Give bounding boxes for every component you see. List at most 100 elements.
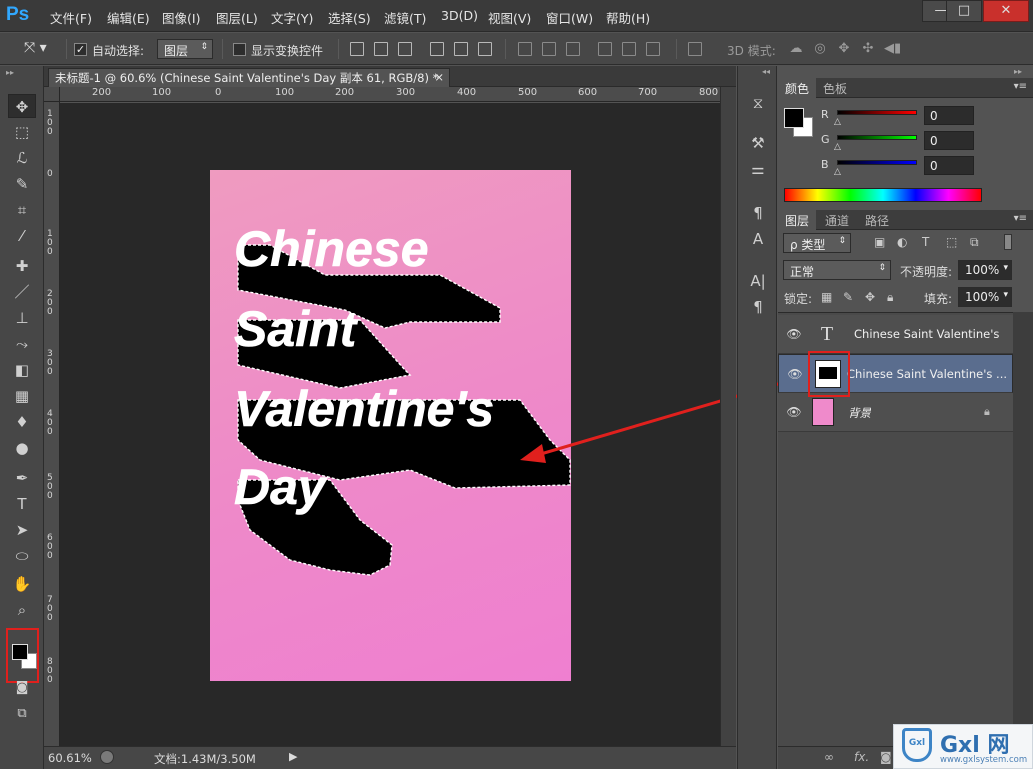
input-b[interactable]: 0 bbox=[924, 156, 974, 175]
move-tool-preset-icon[interactable]: ⤧ ▾ bbox=[24, 40, 64, 58]
tab-color[interactable]: 颜色 bbox=[778, 78, 817, 98]
layer-row[interactable]: 👁︎ 背景 🔒︎ bbox=[778, 393, 1013, 432]
layers-scrollbar[interactable] bbox=[1013, 312, 1033, 746]
menu-help[interactable]: 帮助(H) bbox=[606, 8, 650, 27]
panel-foreground-swatch[interactable] bbox=[784, 108, 804, 128]
auto-select-checkbox[interactable]: ✓ bbox=[74, 43, 87, 56]
filter-type-icon[interactable]: T bbox=[922, 235, 929, 249]
foreground-color-swatch[interactable] bbox=[12, 644, 28, 660]
eyedropper-tool-icon[interactable]: ⁄ bbox=[8, 224, 36, 248]
3d-pan-icon[interactable]: ✥ bbox=[836, 42, 852, 56]
history-brush-tool-icon[interactable]: ⤳ bbox=[8, 332, 36, 356]
filter-shape-icon[interactable]: ⬚ bbox=[946, 235, 957, 249]
paragraph-panel-icon[interactable]: ¶ bbox=[747, 296, 769, 318]
menu-file[interactable]: 文件(F) bbox=[50, 8, 92, 27]
slider-handle-icon[interactable]: △ bbox=[834, 167, 841, 177]
lasso-tool-icon[interactable]: ℒ bbox=[8, 146, 36, 170]
panel-menu-icon[interactable]: ▾≡ bbox=[1014, 213, 1027, 224]
filter-smart-object-icon[interactable]: ⧉ bbox=[970, 235, 979, 250]
3d-rotate-icon[interactable]: ☁ bbox=[788, 42, 804, 56]
lock-image-icon[interactable]: ✎ bbox=[843, 290, 853, 304]
marquee-tool-icon[interactable]: ⬚ bbox=[8, 120, 36, 144]
layer-name[interactable]: 背景 bbox=[848, 405, 871, 421]
visibility-eye-icon[interactable]: 👁︎ bbox=[786, 405, 802, 419]
status-info-icon[interactable] bbox=[100, 750, 114, 764]
layer-effects-icon[interactable]: fx. bbox=[854, 750, 869, 764]
menu-window[interactable]: 窗口(W) bbox=[546, 8, 593, 27]
align-left-icon[interactable] bbox=[430, 42, 444, 56]
slider-b[interactable] bbox=[837, 160, 917, 165]
tab-paths[interactable]: 路径 bbox=[858, 210, 896, 230]
input-g[interactable]: 0 bbox=[924, 131, 974, 150]
distribute-top-icon[interactable] bbox=[518, 42, 532, 56]
menu-filter[interactable]: 滤镜(T) bbox=[384, 8, 426, 27]
quick-mask-icon[interactable]: ◙ bbox=[8, 676, 36, 700]
dodge-tool-icon[interactable]: ● bbox=[8, 436, 36, 460]
panel-menu-icon[interactable]: ▾≡ bbox=[1014, 81, 1027, 92]
lock-transparent-icon[interactable]: ▦ bbox=[821, 290, 832, 304]
ellipse-tool-icon[interactable]: ⬭ bbox=[8, 544, 36, 568]
tab-layers[interactable]: 图层 bbox=[778, 210, 817, 230]
3d-roll-icon[interactable]: ◎ bbox=[812, 42, 828, 56]
fill-input[interactable]: 100% ▾ bbox=[958, 287, 1012, 307]
clone-stamp-tool-icon[interactable]: ⊥ bbox=[8, 306, 36, 330]
document-tab[interactable]: 未标题-1 @ 60.6% (Chinese Saint Valentine's… bbox=[48, 68, 450, 87]
blend-mode-dropdown[interactable]: 正常 ⇕ bbox=[783, 260, 891, 280]
3d-slide-icon[interactable]: ✣ bbox=[860, 42, 876, 56]
slider-g[interactable] bbox=[837, 135, 917, 140]
align-bottom-icon[interactable] bbox=[398, 42, 412, 56]
3d-scale-icon[interactable]: ◀▮ bbox=[884, 42, 901, 56]
zoom-tool-icon[interactable]: ⌕ bbox=[8, 598, 36, 622]
hand-tool-icon[interactable]: ✋ bbox=[8, 572, 36, 596]
move-tool-icon[interactable]: ✥ bbox=[8, 94, 36, 118]
collapse-panels-icon[interactable]: ▸▸ bbox=[1014, 67, 1022, 76]
character-panel-icon[interactable]: A| bbox=[747, 270, 769, 292]
menu-layer[interactable]: 图层(L) bbox=[216, 8, 258, 27]
menu-type[interactable]: 文字(Y) bbox=[271, 8, 313, 27]
pen-tool-icon[interactable]: ✒ bbox=[8, 466, 36, 490]
slider-handle-icon[interactable]: △ bbox=[834, 142, 841, 152]
tab-channels[interactable]: 通道 bbox=[818, 210, 856, 230]
paragraph-styles-panel-icon[interactable]: ¶ bbox=[747, 202, 769, 224]
distribute-vcenter-icon[interactable] bbox=[542, 42, 556, 56]
slider-r[interactable] bbox=[837, 110, 917, 115]
crop-tool-icon[interactable]: ⌗ bbox=[8, 198, 36, 222]
history-panel-icon[interactable]: ⧖ bbox=[747, 92, 769, 114]
layer-name[interactable]: Chinese Saint Valentine's ... bbox=[854, 327, 1004, 341]
healing-brush-tool-icon[interactable]: ✚ bbox=[8, 254, 36, 278]
close-window-button[interactable]: ✕ bbox=[983, 0, 1029, 22]
path-select-tool-icon[interactable]: ➤ bbox=[8, 518, 36, 542]
status-menu-arrow-icon[interactable]: ▶ bbox=[289, 750, 297, 763]
lock-all-icon[interactable]: 🔒︎ bbox=[887, 290, 893, 305]
ruler-horizontal[interactable]: 200 100 0 100 200 300 400 500 600 700 80… bbox=[60, 87, 720, 102]
layer-filter-dropdown[interactable]: ρ 类型 ⇕ bbox=[783, 233, 851, 253]
tab-swatches[interactable]: 色板 bbox=[816, 78, 854, 98]
distribute-bottom-icon[interactable] bbox=[566, 42, 580, 56]
menu-image[interactable]: 图像(I) bbox=[162, 8, 200, 27]
eraser-tool-icon[interactable]: ◧ bbox=[8, 358, 36, 382]
gradient-tool-icon[interactable]: ▦ bbox=[8, 384, 36, 408]
visibility-eye-icon[interactable]: 👁︎ bbox=[786, 327, 802, 341]
ruler-vertical[interactable]: 1 0 0 0 1 0 0 2 0 0 3 0 0 4 0 0 5 0 0 6 … bbox=[44, 102, 60, 746]
distribute-hcenter-icon[interactable] bbox=[622, 42, 636, 56]
character-styles-panel-icon[interactable]: A bbox=[747, 228, 769, 250]
add-mask-icon[interactable]: ◙ bbox=[880, 750, 892, 764]
maximize-button[interactable]: □ bbox=[946, 0, 982, 22]
color-spectrum-bar[interactable] bbox=[784, 188, 982, 202]
blur-tool-icon[interactable]: ♦ bbox=[8, 410, 36, 434]
distribute-right-icon[interactable] bbox=[646, 42, 660, 56]
layer-row[interactable]: 👁︎ T Chinese Saint Valentine's ... bbox=[778, 315, 1013, 354]
align-hcenter-icon[interactable] bbox=[454, 42, 468, 56]
ruler-origin[interactable] bbox=[44, 87, 60, 102]
opacity-input[interactable]: 100% ▾ bbox=[958, 260, 1012, 280]
slider-handle-icon[interactable]: △ bbox=[834, 117, 841, 127]
tool-presets-panel-icon[interactable]: ⚒ bbox=[747, 132, 769, 154]
close-tab-icon[interactable]: × bbox=[434, 70, 444, 84]
vertical-scrollbar[interactable] bbox=[720, 87, 736, 746]
collapse-toolbar-icon[interactable]: ▸▸ bbox=[6, 68, 14, 77]
visibility-eye-icon[interactable]: 👁︎ bbox=[787, 367, 803, 381]
show-transform-checkbox[interactable] bbox=[233, 43, 246, 56]
align-right-icon[interactable] bbox=[478, 42, 492, 56]
zoom-level[interactable]: 60.61% bbox=[48, 751, 92, 765]
filter-adjustment-icon[interactable]: ◐ bbox=[897, 235, 907, 249]
